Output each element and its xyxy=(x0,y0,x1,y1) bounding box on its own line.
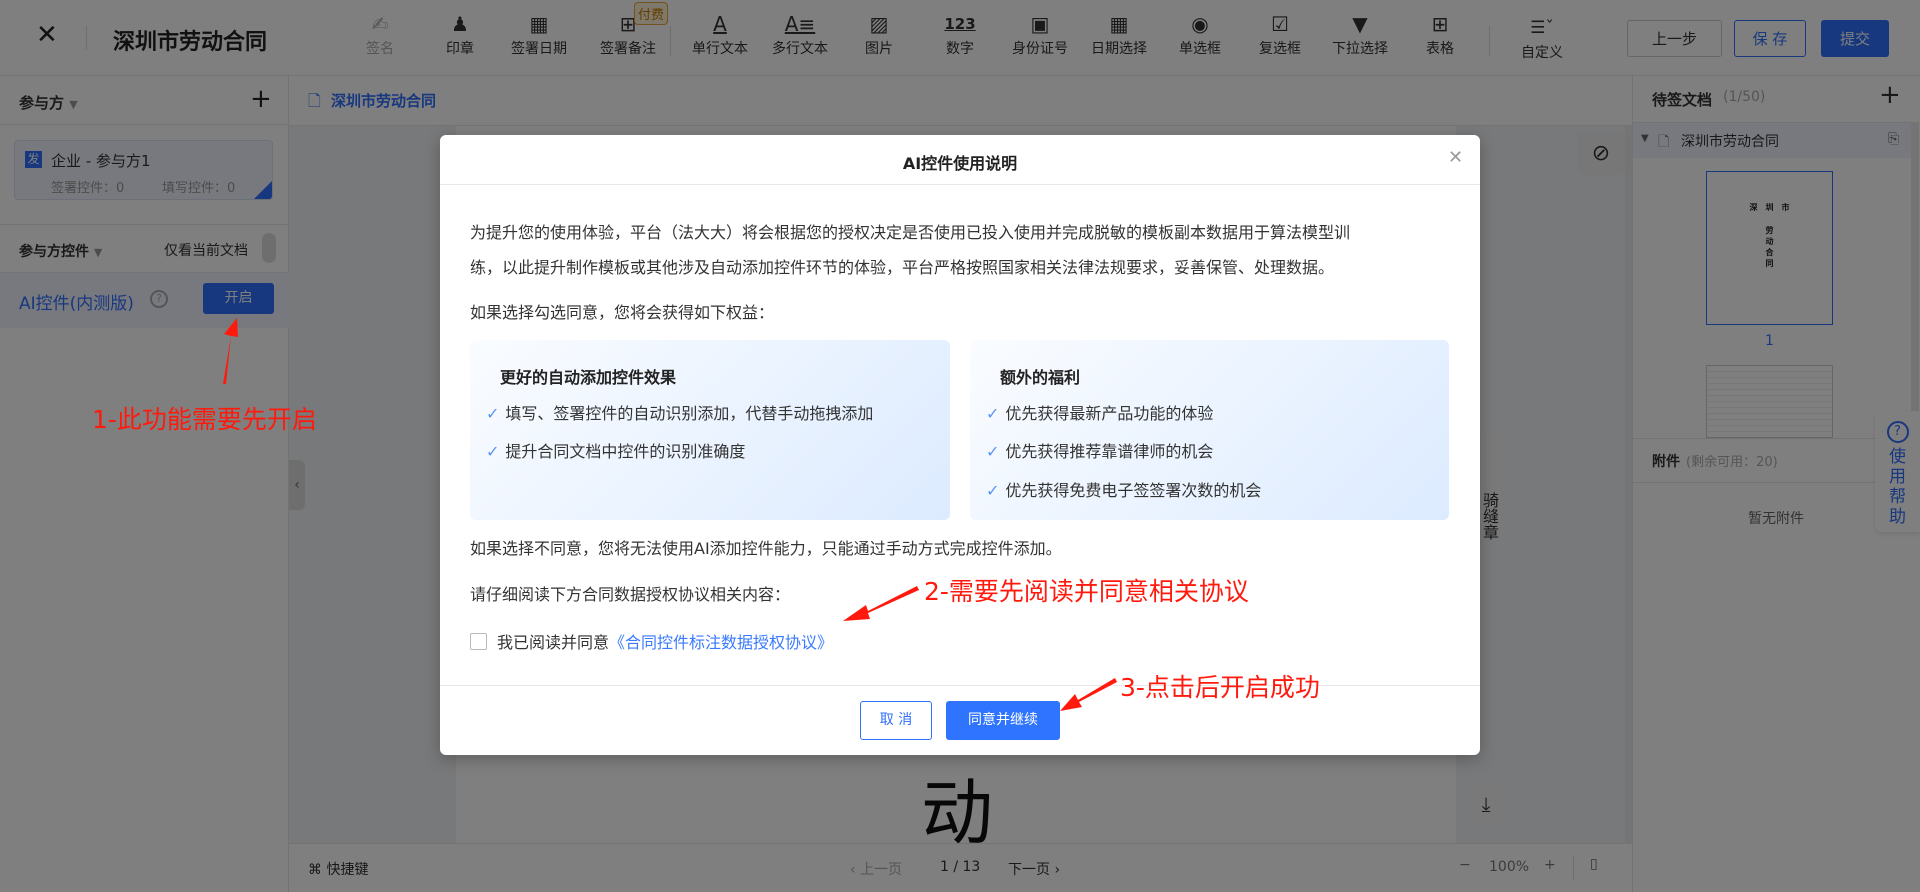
annotation-step-3: 3-点击后开启成功 xyxy=(1120,673,1320,702)
annotation-arrow-1 xyxy=(223,318,238,384)
annotation-step-2: 2-需要先阅读并同意相关协议 xyxy=(924,577,1249,606)
annotation-arrow-3 xyxy=(1060,678,1117,711)
annotation-arrow-2 xyxy=(843,586,919,621)
annotation-step-1: 1-此功能需要先开启 xyxy=(92,405,317,434)
annotation-arrows xyxy=(223,318,1117,711)
